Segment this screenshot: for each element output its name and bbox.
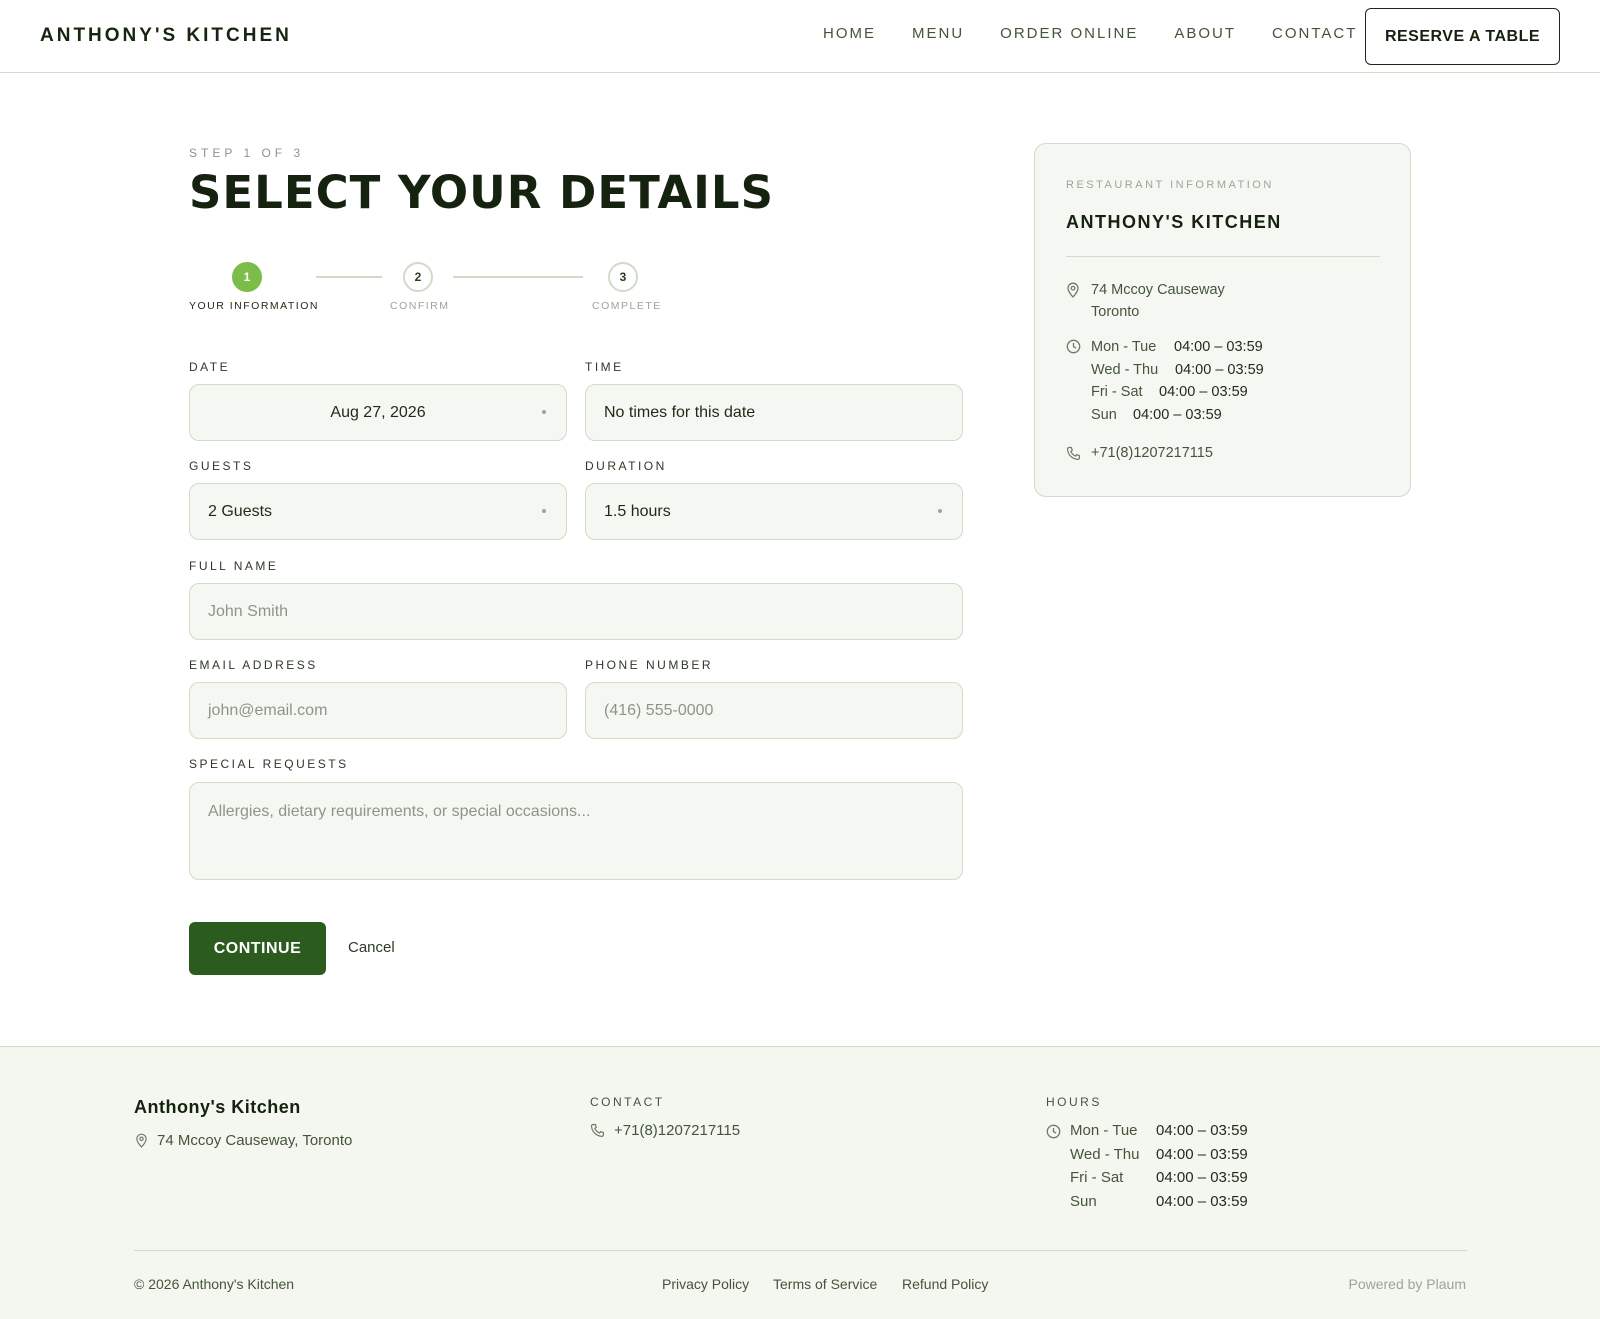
step-3-circle: 3: [608, 262, 638, 292]
footer-hours-days-3: Fri - Sat: [1070, 1169, 1124, 1186]
nav-contact[interactable]: CONTACT: [1272, 25, 1357, 42]
step-3-label: COMPLETE: [592, 300, 662, 312]
step-connector: [316, 276, 382, 278]
step-2-circle: 2: [403, 262, 433, 292]
phone-icon: [1066, 446, 1082, 462]
info-divider: [1066, 256, 1380, 257]
special-requests-textarea[interactable]: Allergies, dietary requirements, or spec…: [189, 782, 963, 880]
step-connector: [453, 276, 583, 278]
time-select[interactable]: No times for this date: [585, 384, 963, 441]
location-pin-icon: [135, 1133, 148, 1148]
step-2-label: CONFIRM: [390, 300, 450, 312]
chevron-down-icon: [542, 410, 546, 414]
footer-brand: Anthony's Kitchen: [134, 1097, 301, 1117]
duration-select[interactable]: 1.5 hours: [585, 483, 963, 540]
time-value: No times for this date: [604, 403, 756, 421]
special-requests-label: SPECIAL REQUESTS: [189, 757, 349, 771]
footer-divider: [134, 1250, 1467, 1251]
step-1-circle: 1: [232, 262, 262, 292]
nav-order-online[interactable]: ORDER ONLINE: [1000, 25, 1138, 42]
chevron-down-icon: [938, 509, 942, 513]
info-restaurant-name: ANTHONY'S KITCHEN: [1066, 212, 1282, 232]
info-address-line2: Toronto: [1091, 304, 1140, 320]
info-hours-days-4: Sun: [1091, 407, 1117, 423]
reserve-table-button[interactable]: RESERVE A TABLE: [1365, 8, 1560, 65]
date-value: Aug 27, 2026: [330, 403, 426, 421]
phone-icon: [590, 1123, 605, 1138]
brand-logo[interactable]: ANTHONY'S KITCHEN: [40, 25, 292, 47]
clock-icon: [1046, 1124, 1061, 1139]
restaurant-info-card: RESTAURANT INFORMATION ANTHONY'S KITCHEN…: [1034, 143, 1411, 497]
info-hours-time-2: 04:00 – 03:59: [1175, 362, 1264, 378]
date-label: DATE: [189, 360, 231, 374]
clock-icon: [1066, 339, 1082, 355]
info-hours-time-3: 04:00 – 03:59: [1159, 384, 1248, 400]
full-name-label: FULL NAME: [189, 559, 279, 573]
footer-address: 74 Mccoy Causeway, Toronto: [157, 1132, 353, 1149]
page-title: SELECT YOUR DETAILS: [189, 166, 774, 219]
privacy-policy-link[interactable]: Privacy Policy: [662, 1276, 749, 1292]
email-placeholder: john@email.com: [208, 701, 328, 719]
guests-value: 2 Guests: [208, 502, 273, 520]
email-input[interactable]: john@email.com: [189, 682, 567, 739]
phone-label: PHONE NUMBER: [585, 658, 714, 672]
step-1-label: YOUR INFORMATION: [189, 300, 319, 312]
info-hours-time-4: 04:00 – 03:59: [1133, 407, 1222, 423]
nav-menu[interactable]: MENU: [912, 25, 964, 42]
info-phone[interactable]: +71(8)1207217115: [1091, 445, 1213, 461]
date-select[interactable]: Aug 27, 2026: [189, 384, 567, 441]
site-header: ANTHONY'S KITCHEN HOME MENU ORDER ONLINE…: [0, 0, 1600, 73]
info-address-line1: 74 Mccoy Causeway: [1091, 282, 1225, 298]
guests-select[interactable]: 2 Guests: [189, 483, 567, 540]
full-name-input[interactable]: John Smith: [189, 583, 963, 640]
footer-hours-time-3: 04:00 – 03:59: [1156, 1169, 1248, 1186]
refund-policy-link[interactable]: Refund Policy: [902, 1276, 988, 1292]
cancel-link[interactable]: Cancel: [348, 939, 395, 956]
powered-by-link[interactable]: Powered by Plaum: [1348, 1276, 1466, 1292]
phone-placeholder: (416) 555-0000: [604, 701, 714, 719]
site-footer: Anthony's Kitchen 74 Mccoy Causeway, Tor…: [0, 1046, 1600, 1319]
nav-home[interactable]: HOME: [823, 25, 876, 42]
info-hours-time-1: 04:00 – 03:59: [1174, 339, 1263, 355]
nav-about[interactable]: ABOUT: [1174, 25, 1236, 42]
footer-hours-heading: HOURS: [1046, 1095, 1102, 1109]
progress-stepper: 1 2 3 YOUR INFORMATION CONFIRM COMPLETE: [189, 262, 669, 322]
main-nav: HOME MENU ORDER ONLINE ABOUT CONTACT: [823, 25, 1393, 42]
terms-of-service-link[interactable]: Terms of Service: [773, 1276, 877, 1292]
location-pin-icon: [1066, 282, 1082, 298]
footer-hours-time-1: 04:00 – 03:59: [1156, 1122, 1248, 1139]
footer-hours-days-4: Sun: [1070, 1193, 1097, 1210]
full-name-placeholder: John Smith: [208, 602, 289, 620]
info-eyebrow: RESTAURANT INFORMATION: [1066, 179, 1274, 191]
duration-label: DURATION: [585, 459, 667, 473]
continue-button[interactable]: CONTINUE: [189, 922, 326, 975]
duration-value: 1.5 hours: [604, 502, 671, 520]
guests-label: GUESTS: [189, 459, 254, 473]
email-label: EMAIL ADDRESS: [189, 658, 318, 672]
phone-input[interactable]: (416) 555-0000: [585, 682, 963, 739]
footer-hours-time-4: 04:00 – 03:59: [1156, 1193, 1248, 1210]
info-hours-days-1: Mon - Tue: [1091, 339, 1157, 355]
footer-hours-days-2: Wed - Thu: [1070, 1146, 1140, 1163]
step-indicator-text: STEP 1 OF 3: [189, 146, 305, 160]
footer-contact-heading: CONTACT: [590, 1095, 665, 1109]
special-requests-placeholder: Allergies, dietary requirements, or spec…: [208, 803, 591, 820]
info-hours-days-2: Wed - Thu: [1091, 362, 1159, 378]
footer-phone[interactable]: +71(8)1207217115: [614, 1122, 740, 1139]
footer-copyright: © 2026 Anthony's Kitchen: [134, 1276, 295, 1292]
info-hours-days-3: Fri - Sat: [1091, 384, 1143, 400]
footer-hours-days-1: Mon - Tue: [1070, 1122, 1138, 1139]
chevron-down-icon: [542, 509, 546, 513]
footer-hours-time-2: 04:00 – 03:59: [1156, 1146, 1248, 1163]
time-label: TIME: [585, 360, 624, 374]
